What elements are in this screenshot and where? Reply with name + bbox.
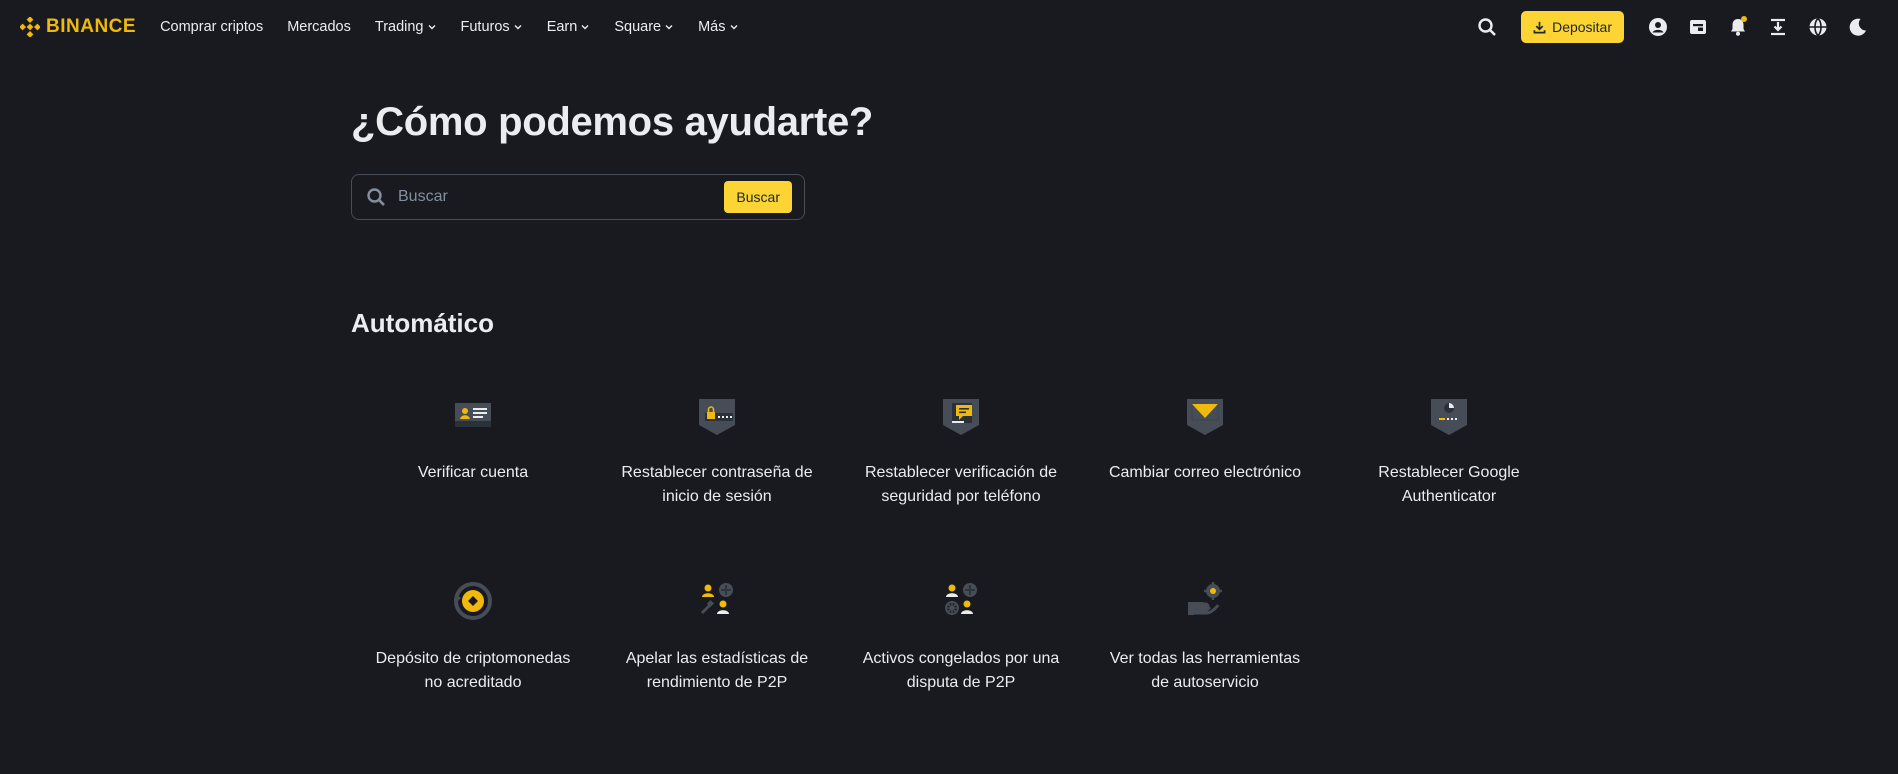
language-button[interactable] xyxy=(1798,12,1838,42)
card-restablecer-telefono[interactable]: Restablecer verificación de seguridad po… xyxy=(839,391,1083,509)
theme-toggle-button[interactable] xyxy=(1838,12,1878,42)
card-label: Depósito de criptomonedas no acreditado xyxy=(375,650,571,691)
frozen-assets-icon xyxy=(937,577,985,625)
card-apelar-estadisticas-p2p[interactable]: Apelar las estadísticas de rendimiento d… xyxy=(595,577,839,695)
main-content: ¿Cómo podemos ayudarte? Buscar Automátic… xyxy=(351,54,1551,695)
card-deposito-no-acreditado[interactable]: Depósito de criptomonedas no acreditado xyxy=(351,577,595,695)
download-arrow-icon xyxy=(1533,21,1546,33)
nav-item-trading[interactable]: Trading xyxy=(375,19,437,35)
search-icon xyxy=(1478,18,1496,36)
nav-item-label: Comprar criptos xyxy=(160,19,264,35)
nav-item-label: Earn xyxy=(546,19,578,35)
nav-item-mas[interactable]: Más xyxy=(698,19,738,35)
card-label: Verificar cuenta xyxy=(417,464,529,481)
search-button[interactable] xyxy=(1467,12,1507,42)
card-label: Restablecer verificación de seguridad po… xyxy=(864,464,1058,505)
p2p-appeal-icon xyxy=(693,577,741,625)
wallet-icon xyxy=(1690,20,1706,34)
chevron-down-icon xyxy=(428,25,436,30)
nav-item-label: Square xyxy=(614,19,662,35)
notifications-button[interactable] xyxy=(1718,12,1758,42)
card-restablecer-google-authenticator[interactable]: Restablecer Google Authenticator xyxy=(1327,391,1571,509)
nav-item-mercados[interactable]: Mercados xyxy=(287,19,351,35)
binance-logo-icon xyxy=(20,17,40,37)
top-nav: BINANCE Comprar criptos Mercados Trading… xyxy=(0,0,1898,54)
nav-item-label: Mercados xyxy=(287,19,351,35)
card-label: Activos congelados por una disputa de P2… xyxy=(862,650,1060,691)
self-service-icon xyxy=(1181,577,1229,625)
card-label: Cambiar correo electrónico xyxy=(1108,464,1302,481)
search-submit-button[interactable]: Buscar xyxy=(724,181,792,213)
envelope-icon xyxy=(1181,391,1229,439)
brand-name: BINANCE xyxy=(46,16,137,37)
card-label: Apelar las estadísticas de rendimiento d… xyxy=(625,650,809,691)
section-title: Automático xyxy=(351,308,494,338)
wallet-button[interactable] xyxy=(1678,12,1718,42)
user-icon xyxy=(1649,18,1667,36)
binance-logo[interactable]: BINANCE xyxy=(20,16,136,38)
card-label: Restablecer contraseña de inicio de sesi… xyxy=(621,464,813,505)
self-service-grid: Verificar cuenta Restablecer contraseña … xyxy=(351,391,1551,695)
chevron-down-icon xyxy=(730,25,737,30)
download-app-button[interactable] xyxy=(1758,12,1798,42)
chevron-down-icon xyxy=(665,25,673,30)
phone-message-icon xyxy=(937,391,985,439)
chevron-down-icon xyxy=(514,25,522,30)
globe-icon xyxy=(1809,17,1827,37)
nav-item-label: Más xyxy=(698,19,726,35)
id-card-icon xyxy=(449,391,497,439)
crypto-deposit-icon xyxy=(449,577,497,625)
download-icon xyxy=(1771,18,1785,36)
nav-item-earn[interactable]: Earn xyxy=(547,19,591,35)
nav-item-futuros[interactable]: Futuros xyxy=(461,19,523,35)
card-label: Ver todas las herramientas de autoservic… xyxy=(1109,650,1301,691)
search-bar: Buscar xyxy=(351,174,805,220)
card-activos-congelados-p2p[interactable]: Activos congelados por una disputa de P2… xyxy=(839,577,1083,695)
notification-dot xyxy=(1741,16,1747,22)
card-label: Restablecer Google Authenticator xyxy=(1378,464,1520,505)
deposit-button-label: Depositar xyxy=(1552,19,1612,35)
nav-item-comprar-criptos[interactable]: Comprar criptos xyxy=(160,19,263,35)
chevron-down-icon xyxy=(581,25,589,30)
search-icon xyxy=(367,188,385,206)
nav-item-square[interactable]: Square xyxy=(614,19,674,35)
search-input[interactable] xyxy=(396,187,725,207)
page-title: ¿Cómo podemos ayudarte? xyxy=(351,100,874,144)
card-cambiar-correo[interactable]: Cambiar correo electrónico xyxy=(1083,391,1327,509)
lock-password-icon xyxy=(693,391,741,439)
deposit-button[interactable]: Depositar xyxy=(1521,11,1624,43)
authenticator-icon xyxy=(1425,391,1473,439)
nav-item-label: Futuros xyxy=(460,19,510,35)
nav-item-label: Trading xyxy=(374,19,424,35)
card-verificar-cuenta[interactable]: Verificar cuenta xyxy=(351,391,595,509)
card-restablecer-contrasena[interactable]: Restablecer contraseña de inicio de sesi… xyxy=(595,391,839,509)
card-ver-todas-herramientas[interactable]: Ver todas las herramientas de autoservic… xyxy=(1083,577,1327,695)
moon-icon xyxy=(1849,18,1866,36)
user-account-button[interactable] xyxy=(1638,12,1678,42)
